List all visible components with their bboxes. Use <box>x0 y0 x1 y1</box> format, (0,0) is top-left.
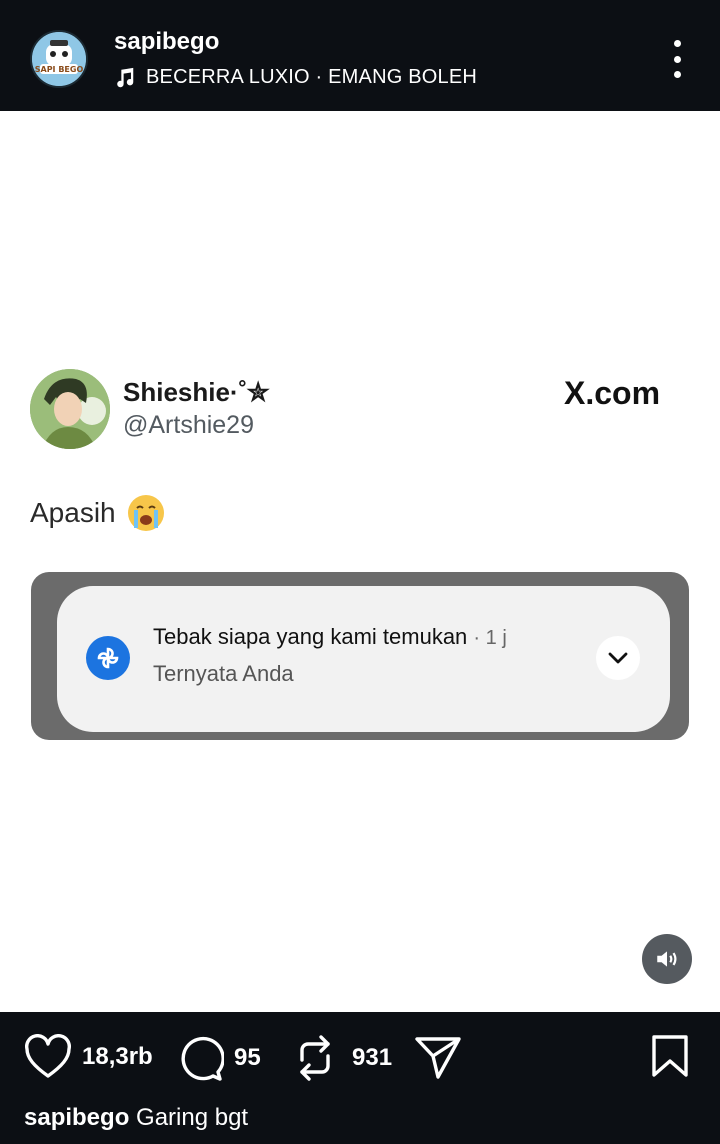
tweet-text-content: Apasih <box>30 497 116 528</box>
tweet-display-name: Shieshie·˚✮ <box>123 377 270 407</box>
sound-toggle-button[interactable] <box>642 934 692 984</box>
repost-icon <box>300 1035 330 1081</box>
notification-card <box>57 586 670 732</box>
pinwheel-icon <box>86 636 130 680</box>
comment-bubble-icon <box>181 1036 224 1081</box>
more-options-icon[interactable] <box>662 40 692 78</box>
notification-title: Tebak siapa yang kami temukan · 1 j <box>153 624 507 650</box>
tweet-author-avatar <box>30 369 110 449</box>
post-header: SAPI BEGO sapibego BECERRA LUXIO · EMANG… <box>0 0 720 111</box>
repost-count: 931 <box>352 1044 393 1071</box>
tweet-text: Apasih <box>30 495 164 531</box>
music-note-icon <box>117 67 134 87</box>
crying-face-icon <box>127 495 164 531</box>
comment-count: 95 <box>234 1044 261 1071</box>
repost-button[interactable]: 931 <box>294 1034 392 1082</box>
like-button[interactable]: 18,3rb <box>24 1034 153 1080</box>
share-button[interactable] <box>414 1034 462 1080</box>
send-icon <box>415 1037 461 1079</box>
notification-title-text: Tebak siapa yang kami temukan <box>153 624 468 649</box>
bookmark-icon <box>652 1035 688 1077</box>
chevron-down-icon <box>596 636 640 680</box>
music-info[interactable]: BECERRA LUXIO · EMANG BOLEH <box>114 66 477 89</box>
post-caption: sapibego Garing bgt <box>24 1104 248 1132</box>
notification-time: · 1 j <box>473 627 507 649</box>
tweet-source-label: X.com <box>564 375 661 411</box>
notification-subtitle: Ternyata Anda <box>153 661 294 686</box>
caption-username[interactable]: sapibego <box>24 1104 129 1131</box>
speaker-icon <box>657 951 677 967</box>
heart-icon <box>25 1034 71 1078</box>
save-button[interactable] <box>650 1034 690 1078</box>
post-username[interactable]: sapibego <box>114 28 219 56</box>
caption-text: Garing bgt <box>136 1104 249 1131</box>
comment-button[interactable]: 95 <box>176 1034 261 1082</box>
music-track-label: BECERRA LUXIO · EMANG BOLEH <box>146 66 478 88</box>
like-count: 18,3rb <box>82 1043 153 1070</box>
tweet-handle: @Artshie29 <box>123 411 254 439</box>
post-media[interactable]: Shieshie·˚✮ @Artshie29 X.com Apasih Teba… <box>0 111 720 1012</box>
avatar-logo-text: SAPI BEGO <box>35 65 84 74</box>
profile-avatar[interactable]: SAPI BEGO <box>30 30 88 88</box>
